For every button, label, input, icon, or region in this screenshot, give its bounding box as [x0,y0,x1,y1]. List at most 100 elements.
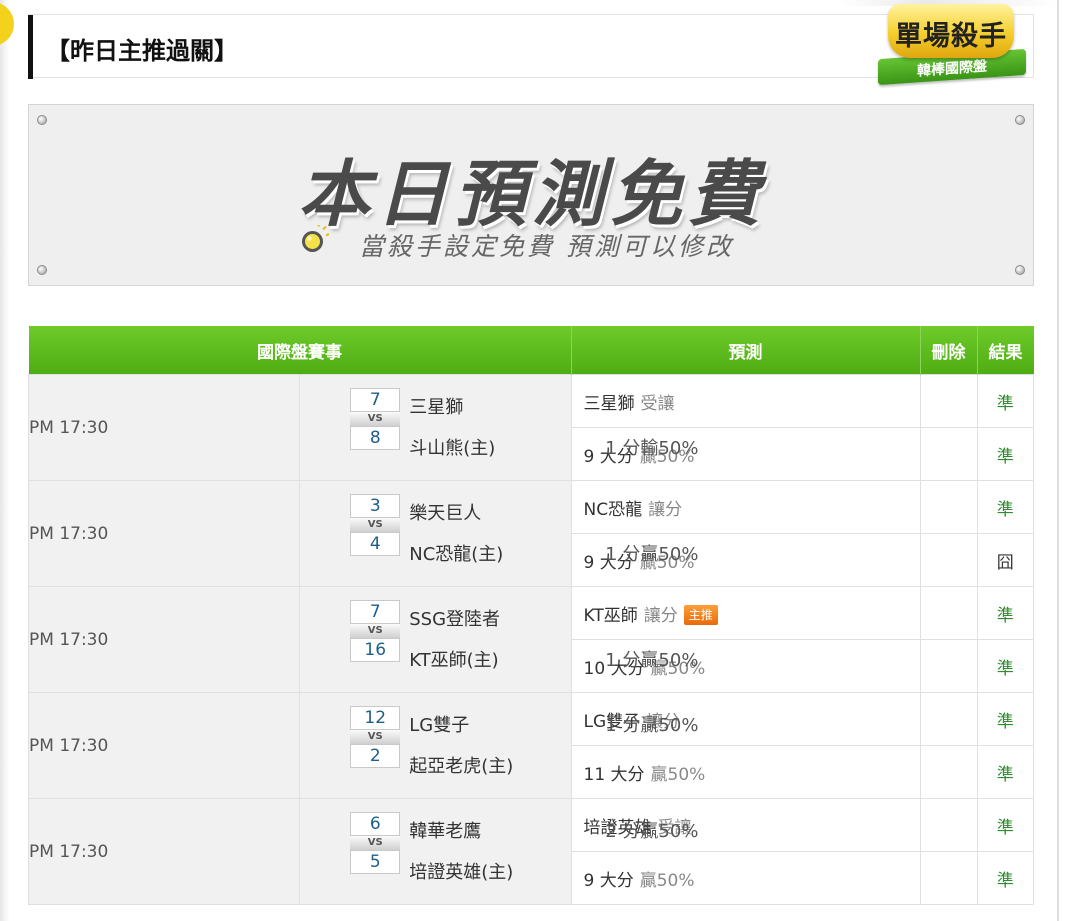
delete-cell [919,533,978,587]
left-edge [0,0,10,921]
free-prediction-banner: 本日預測免費 當殺手設定免費 預測可以修改 [28,104,1034,286]
match-time: PM 17:30 [27,586,301,693]
delete-cell [919,745,978,799]
result-total: 準 [976,639,1034,693]
spread-result: 1 分輸50% [605,438,699,459]
home-score: 5 [350,850,401,874]
header-accent-bar [28,15,33,79]
screw-icon [37,115,47,125]
home-score: 16 [350,638,401,662]
matches-body: PM 17:30 7 VS 8 三星獅 斗山熊(主) 1 分輸50% 三星獅 受讓… [27,374,1034,905]
spread-result: 1 分贏50% [605,715,699,736]
screw-icon [37,265,47,275]
matches-table: 國際盤賽事 預測 刪除 結果 PM 17:30 7 VS 8 三星獅 斗山熊(主… [27,326,1034,905]
prediction-type: 讓分 [643,605,678,626]
prediction-total-main: 9 大分 [583,870,634,891]
score-box: 7 VS 8 [350,388,401,454]
away-team: 樂天巨人 [409,503,482,524]
match-time: PM 17:30 [27,374,301,481]
spread-result: 1 分贏50% [605,544,699,565]
prediction-total-odds: 贏50% [650,764,706,785]
home-team: KT巫師(主) [409,650,499,671]
delete-cell [919,374,978,428]
screw-icon [1015,265,1025,275]
section-title: 【昨日主推過關】 [46,37,238,65]
delete-cell [919,798,978,852]
prediction-type: 受讓 [640,393,675,414]
result-total: 準 [976,851,1034,905]
table-header-row: 國際盤賽事 預測 刪除 結果 [28,326,1034,375]
killer-badge: 韓棒國際盤 單場殺手 [872,0,1032,100]
result-spread: 準 [976,586,1034,640]
prediction-total-main: 11 大分 [583,764,645,785]
match-time: PM 17:30 [27,798,301,905]
score-box: 12 VS 2 [350,706,401,772]
delete-cell [919,427,978,481]
match-cell: 3 VS 4 樂天巨人 NC恐龍(主) 1 分贏50% [299,480,698,587]
away-score: 3 [350,494,401,518]
lightbulb-icon [302,225,329,252]
result-spread: 準 [976,798,1034,852]
prediction-team: NC恐龍 [583,499,643,520]
table-row: PM 17:30 12 VS 2 LG雙子 起亞老虎(主) 1 分贏50% LG… [27,692,1034,799]
away-score: 6 [350,812,401,836]
match-cell: 12 VS 2 LG雙子 起亞老虎(主) 1 分贏50% [299,692,698,799]
vs-label: VS [350,518,401,532]
away-score: 7 [350,388,401,412]
prediction-total-odds: 贏50% [639,870,695,891]
yellow-decoration [0,2,14,46]
result-spread: 準 [976,374,1034,428]
home-team: 起亞老虎(主) [409,756,514,777]
spread-result: 2 分贏50% [605,821,699,842]
result-total: 準 [976,427,1034,481]
page-right-border [1057,0,1059,921]
score-box: 7 VS 16 [350,600,401,666]
badge-main-text: 單場殺手 [895,21,1007,52]
home-team: 培證英雄(主) [409,862,514,883]
score-box: 6 VS 5 [350,812,401,878]
vs-label: VS [350,730,401,744]
featured-tag: 主推 [683,604,718,625]
delete-cell [919,692,978,746]
match-cell: 7 VS 16 SSG登陸者 KT巫師(主) 1 分贏50% [299,586,698,693]
badge-shield: 單場殺手 [888,4,1014,58]
delete-cell [919,639,978,693]
prediction-spread: 三星獅 受讓 [570,374,921,428]
delete-cell [919,851,978,905]
result-total: 準 [976,745,1034,799]
away-team: 三星獅 [409,397,464,418]
away-score: 7 [350,600,401,624]
result-spread: 準 [976,480,1034,534]
header-prediction: 預測 [571,326,921,375]
prediction-team: 三星獅 [583,393,635,414]
header-delete: 刪除 [920,326,978,375]
delete-cell [919,480,978,534]
vs-label: VS [350,412,401,426]
away-team: SSG登陸者 [409,609,501,630]
home-score: 8 [350,426,401,450]
table-row: PM 17:30 7 VS 8 三星獅 斗山熊(主) 1 分輸50% 三星獅 受讓… [27,374,1034,481]
vs-label: VS [350,624,401,638]
match-time: PM 17:30 [27,480,301,587]
match-cell: 6 VS 5 韓華老鷹 培證英雄(主) 2 分贏50% [299,798,698,905]
screw-icon [1015,115,1025,125]
table-row: PM 17:30 3 VS 4 樂天巨人 NC恐龍(主) 1 分贏50% NC恐… [27,480,1034,587]
table-row: PM 17:30 7 VS 16 SSG登陸者 KT巫師(主) 1 分贏50% … [27,586,1034,693]
match-time: PM 17:30 [27,692,301,799]
away-team: LG雙子 [409,715,470,736]
vs-label: VS [350,836,401,850]
result-total: 囧 [976,533,1034,587]
header-match: 國際盤賽事 [28,326,572,375]
away-score: 12 [350,706,401,730]
banner-subtitle-row: 當殺手設定免費 預測可以修改 [297,223,817,263]
prediction-spread: KT巫師 讓分 主推 [570,586,921,640]
home-score: 4 [350,532,401,556]
home-team: 斗山熊(主) [409,438,496,459]
match-cell: 7 VS 8 三星獅 斗山熊(主) 1 分輸50% [299,374,698,481]
prediction-type: 讓分 [648,499,683,520]
banner-subtitle: 當殺手設定免費 預測可以修改 [359,232,734,261]
prediction-team: KT巫師 [583,605,638,626]
spread-result: 1 分贏50% [605,650,699,671]
score-box: 3 VS 4 [350,494,401,560]
prediction-spread: NC恐龍 讓分 [570,480,921,534]
